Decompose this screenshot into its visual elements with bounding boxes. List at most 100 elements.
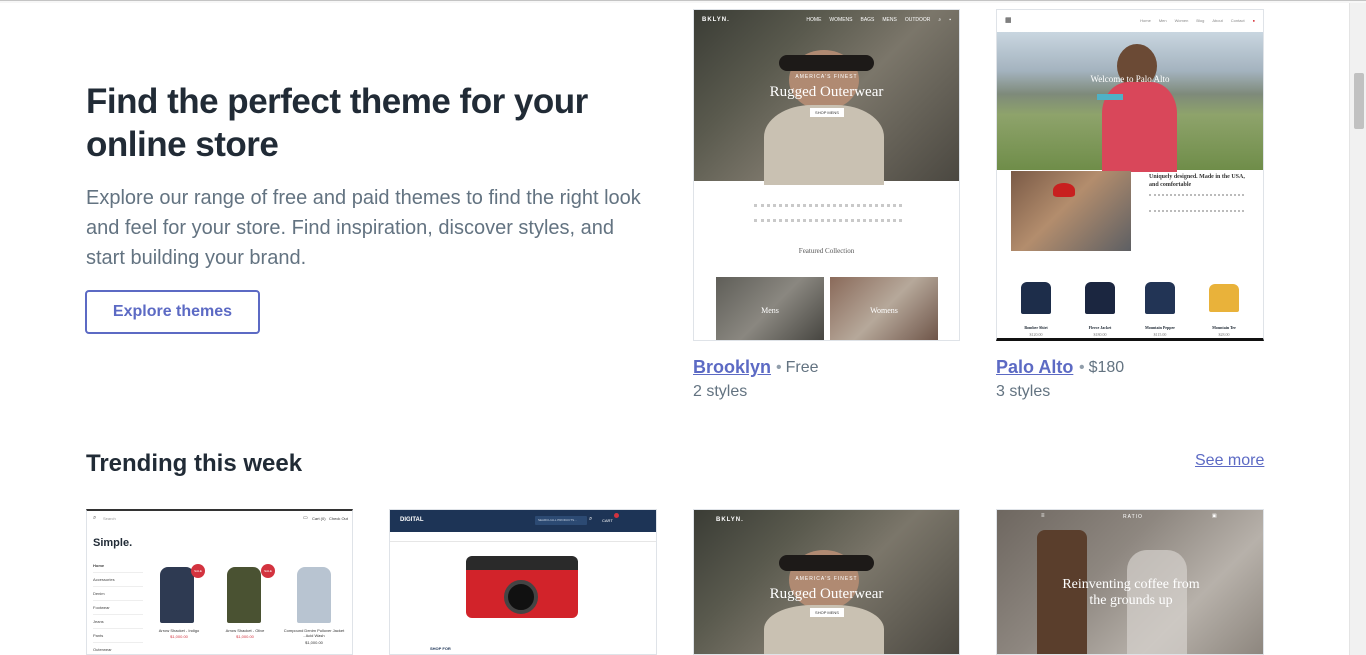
palo-alto-product [1209,284,1239,312]
palo-alto-product-name: Bomber Shirt [1024,325,1048,330]
theme-name-brooklyn[interactable]: Brooklyn [693,357,771,378]
palo-alto-nav-item: Contact [1230,17,1245,23]
palo-alto-cta [1097,94,1123,100]
brooklyn-nav-item: HOME [806,17,822,23]
trending-theme-brooklyn[interactable]: BKLYN. AMERICA'S FINEST Rugged Outerwear… [693,509,960,655]
page-scrollbar[interactable] [1349,3,1366,655]
hero-description: Explore our range of free and paid theme… [86,187,641,269]
brooklyn-nav-item: WOMENS [829,17,853,23]
palo-alto-about-photo [1011,171,1131,251]
brooklyn-nav-item: MENS [882,17,897,23]
menu-item: Jeans [93,615,143,629]
palo-alto-product-price: $115.00 [1153,332,1167,337]
palo-alto-nav-item: Blog [1196,17,1205,23]
ratio-headline: Reinventing coffee from the grounds up [1062,577,1200,608]
brooklyn-kicker: AMERICA'S FINEST [795,576,858,582]
palo-alto-product [1021,282,1051,314]
theme-styles-count: 2 styles [693,383,748,400]
digital-subnav [390,532,656,542]
palo-alto-product-name: Fleece Jacket [1088,325,1112,330]
brooklyn-theme-preview[interactable]: BKLYN. HOME WOMENS BAGS MENS OUTDOOR ⌕ ▪… [693,9,960,341]
palo-alto-headline: Welcome to Palo Alto [1090,74,1170,84]
sale-badge: SALE [261,564,275,578]
search-icon: ⌕ [589,516,593,522]
theme-price: • $180 [1075,359,1124,377]
cart-count-badge [614,513,619,518]
palo-alto-product [1085,282,1115,314]
product-price: $1,000.00 [305,640,323,645]
palo-alto-product-name: Mountain Tee [1212,325,1236,330]
trending-theme-simple[interactable]: ⌕ Search ▭ Cart (0) Check Out Simple. Ho… [86,509,353,655]
brooklyn-section-title: Featured Collection [798,247,855,255]
digital-logo: DIGITAL [400,517,424,523]
theme-price-value: Free [785,359,819,376]
simple-sidebar-menu: Home Accessories Denim Footwear Jeans Pa… [93,559,143,654]
separator-dot: • [1079,359,1085,376]
product-image [227,567,261,623]
brooklyn-collection-label: Womens [870,306,898,315]
trending-theme-digital[interactable]: DIGITAL SEARCH ALL PRODUCTS... ⌕ CART SH… [389,509,657,655]
separator-dot: • [776,359,782,376]
explore-themes-button[interactable]: Explore themes [85,290,260,334]
palo-alto-nav-item: Women [1174,17,1189,23]
cart-icon: ▭ [303,515,308,521]
simple-checkout-label: Check Out [329,516,348,521]
product-image [297,567,331,623]
product-name: Compound Denim Pullover Jacket - Acid Wa… [283,628,345,638]
digital-cart-label: CART [602,518,613,523]
simple-search-label: Search [103,516,116,521]
palo-alto-nav-item: Men [1158,17,1167,23]
brooklyn-hero-photo [694,510,959,654]
palo-alto-nav-item: About [1212,17,1223,23]
menu-item: Outerwear [93,647,112,652]
palo-alto-product [1145,282,1175,314]
brooklyn-headline: Rugged Outerwear [769,84,884,100]
menu-item: Denim [93,587,143,601]
trending-section-title: Trending this week [86,450,303,477]
scrollbar-thumb[interactable] [1354,73,1364,129]
browser-top-border [0,0,1366,3]
digital-search-label: SEARCH ALL PRODUCTS... [538,518,577,522]
product-name: Arrow Shacket - Olive [225,628,265,633]
palo-alto-hero-photo [997,32,1263,172]
brooklyn-nav-item: OUTDOOR [904,17,931,23]
palo-alto-grid-icon: ▦ [1005,17,1012,24]
ratio-logo: RATIO [1123,514,1143,520]
palo-alto-cart-icon: ● [1252,17,1255,23]
brooklyn-collection-label: Mens [761,306,779,315]
palo-alto-product-name: Mountain Pepper [1144,325,1176,330]
brooklyn-kicker: AMERICA'S FINEST [795,74,858,80]
product-name: Arrow Shacket - Indigo [158,628,200,633]
palo-alto-product-price: $180.00 [1093,332,1107,337]
palo-alto-about-text [1149,194,1244,212]
page-title: Find the perfect theme for your online s… [86,82,588,164]
simple-cart-label: Cart (0) [312,516,326,521]
menu-item: Accessories [93,573,143,587]
brooklyn-cta: SHOP MENS [810,108,844,117]
product-price: $1,000.00 [236,634,254,639]
digital-section-title: SHOP FOR [430,646,451,651]
palo-alto-product-price: $120.00 [1029,332,1043,337]
brooklyn-headline: Rugged Outerwear [769,586,884,602]
palo-alto-theme-preview[interactable]: ▦ Home Men Women Blog About Contact ● We… [996,9,1264,341]
theme-styles-count: 3 styles [996,383,1051,400]
product-image [160,567,194,623]
bag-icon: ▣ [1212,513,1217,519]
menu-item: Home [93,559,143,573]
theme-price-value: $180 [1088,359,1125,376]
palo-alto-about-title: Uniquely designed. Made in the USA, and … [1149,174,1245,188]
product-price: $1,000.00 [170,634,188,639]
theme-name-palo-alto[interactable]: Palo Alto [996,357,1073,378]
search-icon: ⌕ [93,515,97,521]
camera-image [466,556,578,618]
see-more-link[interactable]: See more [1195,452,1264,470]
brooklyn-logo: BKLYN. [702,17,730,23]
brooklyn-cta: SHOP MENS [810,608,844,617]
search-icon: ⌕ [938,17,942,23]
brooklyn-logo: BKLYN. [716,517,744,523]
trending-theme-ratio[interactable]: ≡ RATIO ▣ Reinventing coffee from the gr… [996,509,1264,655]
brooklyn-intro-text [754,204,902,222]
digital-header: DIGITAL SEARCH ALL PRODUCTS... ⌕ CART [390,510,656,532]
menu-item: Footwear [93,601,143,615]
simple-logo: Simple. [93,537,133,549]
